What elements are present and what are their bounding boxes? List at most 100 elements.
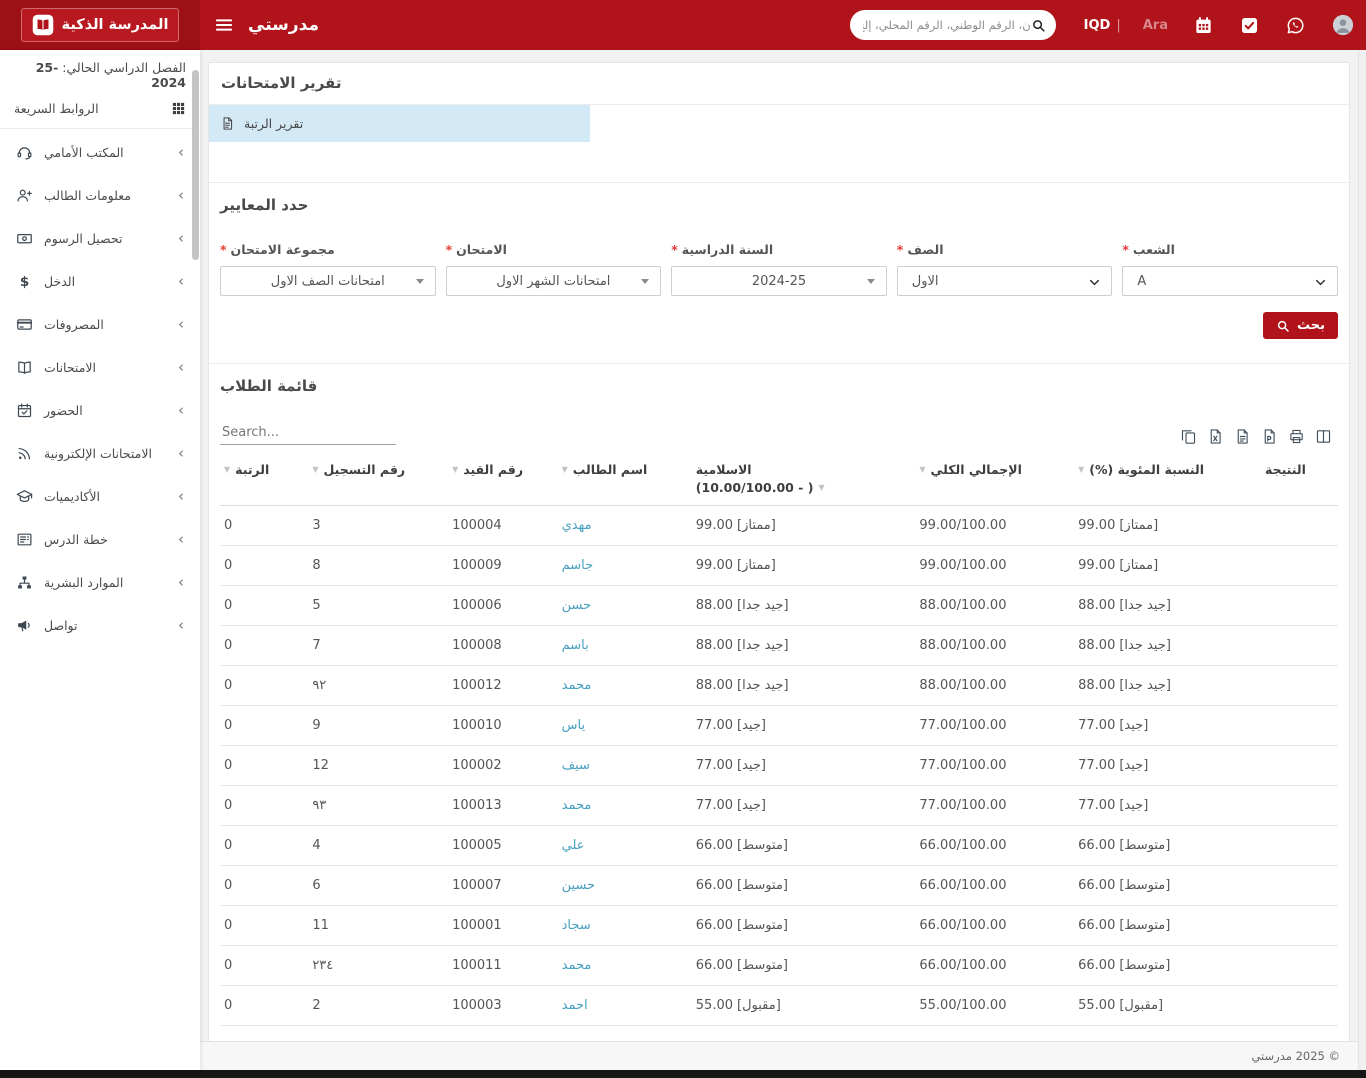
logo-area[interactable]: المدرسة الذكية: [0, 0, 200, 50]
search-icon[interactable]: [1031, 18, 1046, 33]
cell-student-name: علي: [558, 826, 692, 866]
copy-icon[interactable]: [1180, 428, 1197, 445]
sidebar-item[interactable]: الأكاديميات ‹: [0, 475, 200, 518]
cell-percentage: 66.00[متوسط]: [1074, 946, 1233, 986]
cell-subject-mark: 88.00[جيد جدا]: [692, 666, 916, 706]
tasks-check-icon[interactable]: [1240, 16, 1259, 35]
sidebar-item-label: خطة الدرس: [44, 532, 108, 547]
cell-rank: 0: [220, 866, 308, 906]
cell-subject-mark: 77.00[جيد]: [692, 786, 916, 826]
cell-registration: 3: [308, 506, 448, 546]
student-name-link[interactable]: ياس: [562, 718, 585, 733]
language-selector[interactable]: Ara: [1143, 18, 1168, 33]
cell-admission: 100005: [448, 826, 558, 866]
sort-icon: ▼: [452, 462, 458, 477]
sidebar-item[interactable]: الامتحانات ‹: [0, 346, 200, 389]
columns-icon[interactable]: [1315, 428, 1332, 445]
col-subject-islamic[interactable]: الاسلامية (10.00/100.00 - )▼: [692, 453, 916, 506]
cell-student-name: حسن: [558, 586, 692, 626]
col-rank[interactable]: ▼الرتبة: [220, 453, 308, 506]
student-name-link[interactable]: محمد: [562, 958, 592, 973]
student-name-link[interactable]: سجاد: [562, 918, 591, 933]
sidebar-item[interactable]: تحصيل الرسوم ‹: [0, 217, 200, 260]
sidebar-item[interactable]: الموارد البشرية ‹: [0, 561, 200, 604]
exam-group-select[interactable]: امتحانات الصف الاول: [220, 266, 436, 296]
cell-admission: 100009: [448, 546, 558, 586]
cell-registration: 5: [308, 586, 448, 626]
sidebar-item-label: الامتحانات: [44, 360, 96, 375]
cell-result: [1233, 906, 1338, 946]
student-name-link[interactable]: حسين: [562, 878, 595, 893]
user-avatar[interactable]: [1332, 14, 1354, 36]
cell-percentage: 99.00[ممتاز]: [1074, 546, 1233, 586]
field-academic-year: *السنة الدراسية 2024-25: [671, 241, 887, 296]
sidebar-item[interactable]: المكتب الأمامي ‹: [0, 131, 200, 174]
col-percentage[interactable]: ▼النسبة المئوية (%): [1074, 453, 1233, 506]
cell-result: [1233, 826, 1338, 866]
cell-subject-mark: 66.00[متوسط]: [692, 946, 916, 986]
col-admission[interactable]: ▼رقم القيد: [448, 453, 558, 506]
page-scrollbar[interactable]: [1358, 50, 1366, 1070]
student-name-link[interactable]: محمد: [562, 678, 592, 693]
calendar-icon[interactable]: [1194, 16, 1213, 35]
currency-selector[interactable]: IQD: [1084, 18, 1111, 33]
excel-icon[interactable]: [1207, 428, 1224, 445]
sidebar-item-label: الدخل: [44, 274, 75, 289]
cell-percentage: 55.00[مقبول]: [1074, 986, 1233, 1026]
copyright-text: © 2025 مدرستي: [1251, 1049, 1340, 1063]
cell-registration: 6: [308, 866, 448, 906]
table-search-input[interactable]: [220, 421, 396, 445]
sidebar-item[interactable]: تواصل ‹: [0, 604, 200, 647]
cell-percentage: 66.00[متوسط]: [1074, 866, 1233, 906]
field-label: مجموعة الامتحان: [231, 242, 335, 257]
table-row: 0 7 100008 باسم 88.00[جيد جدا] 88.00/100…: [220, 626, 1338, 666]
student-name-link[interactable]: علي: [562, 838, 585, 853]
col-student-name[interactable]: ▼اسم الطالب: [558, 453, 692, 506]
sidebar-item[interactable]: الحضور ‹: [0, 389, 200, 432]
whatsapp-icon[interactable]: [1286, 16, 1305, 35]
calendar-check-icon: [16, 402, 33, 419]
tab-rank-report[interactable]: تقرير الرتبة: [209, 105, 590, 142]
sidebar-scrollbar[interactable]: [192, 70, 199, 260]
cell-admission: 100007: [448, 866, 558, 906]
student-name-link[interactable]: حسن: [562, 598, 592, 613]
class-select[interactable]: الاول: [897, 266, 1113, 296]
hamburger-menu-icon[interactable]: [214, 15, 234, 35]
sidebar-item[interactable]: الامتحانات الإلكترونية ‹: [0, 432, 200, 475]
pdf-icon[interactable]: [1261, 428, 1278, 445]
cell-total: 66.00/100.00: [915, 906, 1074, 946]
student-name-link[interactable]: سيف: [562, 758, 590, 773]
quick-links-grid-icon[interactable]: [171, 101, 186, 116]
global-search-input[interactable]: [863, 18, 1031, 32]
cell-percentage: 88.00[جيد جدا]: [1074, 586, 1233, 626]
academic-year-select[interactable]: 2024-25: [671, 266, 887, 296]
student-name-link[interactable]: مهدي: [562, 518, 592, 533]
megaphone-icon: [16, 617, 33, 634]
cell-student-name: سجاد: [558, 906, 692, 946]
chevron-left-icon: ‹: [178, 360, 184, 375]
col-total[interactable]: ▼الإجمالي الكلي: [915, 453, 1074, 506]
cell-subject-mark: 66.00[متوسط]: [692, 866, 916, 906]
sidebar-item[interactable]: خطة الدرس ‹: [0, 518, 200, 561]
search-button[interactable]: بحث: [1263, 312, 1338, 339]
student-name-link[interactable]: احمد: [562, 998, 588, 1013]
exam-select[interactable]: امتحانات الشهر الاول: [446, 266, 662, 296]
sidebar-item[interactable]: الدخل ‹: [0, 260, 200, 303]
dropdown-arrow-icon: [867, 279, 875, 284]
cell-rank: 0: [220, 626, 308, 666]
cell-subject-mark: 77.00[جيد]: [692, 746, 916, 786]
file-text-icon[interactable]: [1234, 428, 1251, 445]
student-name-link[interactable]: باسم: [562, 638, 589, 653]
student-name-link[interactable]: محمد: [562, 798, 592, 813]
print-icon[interactable]: [1288, 428, 1305, 445]
sidebar-item[interactable]: معلومات الطالب ‹: [0, 174, 200, 217]
global-search[interactable]: [850, 10, 1056, 40]
field-label: الامتحان: [456, 242, 507, 257]
student-name-link[interactable]: جاسم: [562, 558, 594, 573]
cell-percentage: 66.00[متوسط]: [1074, 826, 1233, 866]
top-bar: المدرسة الذكية مدرستي IQD | Ara: [0, 0, 1366, 50]
sidebar-item[interactable]: المصروفات ‹: [0, 303, 200, 346]
col-registration[interactable]: ▼رقم التسجيل: [308, 453, 448, 506]
section-select[interactable]: A: [1122, 266, 1338, 296]
current-session: الفصل الدراسي الحالي: 25-2024: [14, 60, 186, 90]
